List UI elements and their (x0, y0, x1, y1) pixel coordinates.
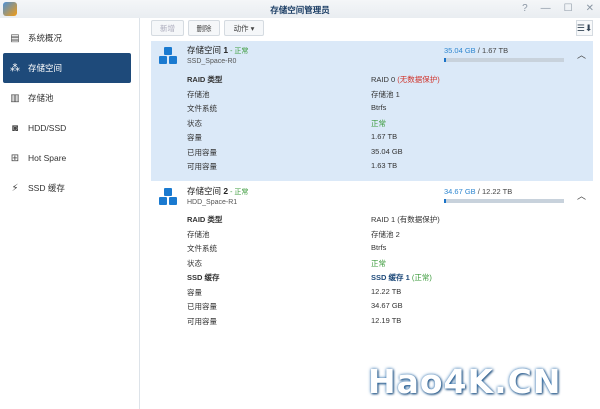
usage-text: 34.67 GB / 12.22 TB (444, 187, 513, 196)
usage-bar (444, 199, 564, 203)
ssd-cache-link[interactable]: SSD 缓存 1 (371, 273, 410, 282)
volume-status: - 正常 (228, 189, 249, 196)
sidebar-item-overview[interactable]: ▤ 系统概况 (3, 23, 131, 53)
volume-description: SSD_Space-R0 (187, 58, 237, 65)
usage-text: 35.04 GB / 1.67 TB (444, 46, 509, 55)
usage-bar-fill (444, 58, 447, 62)
new-button[interactable]: 新增 (151, 20, 184, 36)
delete-button[interactable]: 删除 (188, 20, 220, 36)
minimize-button[interactable]: — (541, 3, 551, 14)
volume-card[interactable]: 存储空间 1 - 正常 SSD_Space-R0 35.04 GB / 1.67… (151, 41, 593, 181)
sidebar-item-label: SSD 缓存 (28, 183, 65, 193)
volume-name: 存储空间 1 - 正常 (187, 45, 249, 55)
action-dropdown[interactable]: 动作 ▾ (224, 20, 264, 36)
sidebar-item-label: HDD/SSD (28, 123, 67, 133)
sidebar-item-hot-spare[interactable]: ⊞ Hot Spare (3, 143, 131, 173)
maximize-button[interactable]: ☐ (564, 3, 573, 14)
sidebar: ▤ 系统概况 ⁂ 存储空间 ▥ 存储池 ◙ HDD/SSD ⊞ Hot Spare ⚡ SS… (0, 18, 140, 409)
collapse-chevron-icon[interactable]: ︿ (577, 189, 586, 202)
sidebar-item-pool[interactable]: ▥ 存储池 (3, 83, 131, 113)
volume-name: 存储空间 2 - 正常 (187, 186, 249, 196)
ssd-cache-icon: ⚡ (11, 182, 19, 194)
volume-card[interactable]: 存储空间 2 - 正常 HDD_Space-R1 34.67 GB / 12.2… (151, 182, 593, 334)
pool-icon: ▥ (10, 92, 20, 104)
sidebar-item-label: Hot Spare (28, 153, 67, 163)
overview-icon: ▤ (10, 32, 20, 44)
sidebar-item-ssd-cache[interactable]: ⚡ SSD 缓存 (3, 173, 131, 203)
volume-description: HDD_Space-R1 (187, 199, 238, 206)
sort-button[interactable]: ☰⬇ (576, 20, 593, 36)
help-button[interactable]: ? (522, 3, 528, 14)
volume-status: - 正常 (228, 48, 249, 55)
sidebar-item-hdd-ssd[interactable]: ◙ HDD/SSD (3, 113, 131, 143)
window-title: 存储空间管理员 (270, 5, 330, 15)
volume-cube-icon (159, 188, 177, 205)
collapse-chevron-icon[interactable]: ︿ (577, 48, 586, 61)
usage-bar (444, 58, 564, 62)
watermark: Hao4K.CN (368, 362, 600, 406)
title-bar: 存储空间管理员 ? — ☐ ✕ (0, 0, 600, 18)
usage-bar-fill (444, 199, 446, 203)
disk-icon: ◙ (11, 122, 19, 134)
sidebar-item-label: 存储池 (28, 93, 54, 103)
sidebar-item-label: 系统概况 (28, 33, 63, 43)
volume-icon: ⁂ (10, 62, 20, 74)
close-button[interactable]: ✕ (586, 3, 594, 14)
sidebar-item-volume[interactable]: ⁂ 存储空间 (3, 53, 131, 83)
hot-spare-icon: ⊞ (10, 152, 20, 164)
sidebar-item-label: 存储空间 (28, 63, 63, 73)
volume-cube-icon (159, 47, 177, 64)
